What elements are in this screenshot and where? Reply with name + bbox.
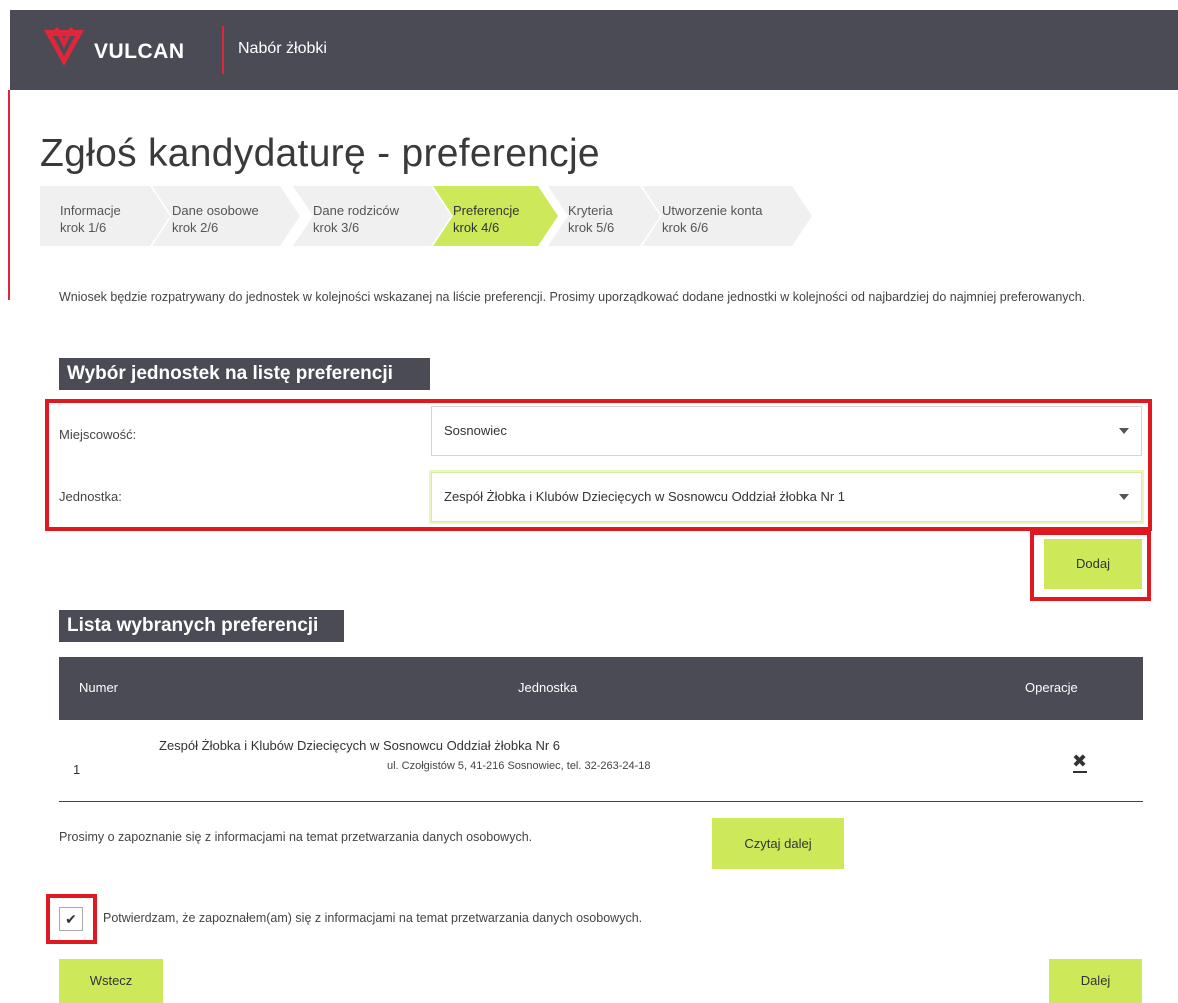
table-header: Numer Jednostka Operacje [59, 657, 1143, 720]
city-value: Sosnowiec [444, 423, 507, 438]
chevron-down-icon [1119, 428, 1129, 434]
checkmark-icon: ✔ [65, 911, 77, 927]
step-dane-rodzicow[interactable]: Dane rodziców krok 3/6 [293, 186, 451, 246]
step-utworzenie-konta[interactable]: Utworzenie konta krok 6/6 [642, 186, 812, 246]
confirm-checkbox[interactable]: ✔ [59, 907, 83, 931]
app-title: Nabór żłobki [238, 40, 327, 57]
selection-heading: Wybór jednostek na listę preferencji [59, 358, 430, 390]
city-select[interactable]: Sosnowiec [431, 406, 1142, 456]
unit-label: Jednostka: [59, 489, 122, 504]
table-divider [59, 801, 1143, 802]
step-number: krok 4/6 [453, 220, 500, 235]
read-more-button[interactable]: Czytaj dalej [712, 818, 844, 869]
header-divider [222, 26, 224, 74]
vulcan-shield-icon [44, 27, 84, 66]
back-button[interactable]: Wstecz [59, 959, 163, 1003]
wizard-steps: Informacje krok 1/6 Dane osobowe krok 2/… [40, 186, 820, 246]
step-number: krok 6/6 [662, 220, 709, 235]
logo-text: VULCAN [94, 40, 185, 63]
step-name: Dane osobowe [172, 203, 259, 218]
chevron-down-icon [1119, 494, 1129, 500]
column-header-number: Numer [79, 680, 119, 695]
row-unit-name: Zespół Żłobka i Klubów Dziecięcych w Sos… [159, 738, 561, 753]
city-label: Miejscowość: [59, 427, 137, 442]
vulcan-logo[interactable]: VULCAN [42, 24, 252, 76]
step-number: krok 3/6 [313, 220, 360, 235]
step-informacje[interactable]: Informacje krok 1/6 [40, 186, 170, 246]
step-name: Preferencje [453, 203, 520, 218]
page-title: Zgłoś kandydaturę - preferencje [40, 132, 600, 175]
step-number: krok 1/6 [60, 220, 107, 235]
step-name: Informacje [60, 203, 121, 218]
row-number: 1 [73, 762, 81, 777]
column-header-unit: Jednostka [518, 680, 578, 695]
confirm-label[interactable]: Potwierdzam, że zapoznałem(am) się z inf… [103, 911, 642, 925]
privacy-text: Prosimy o zapoznanie się z informacjami … [59, 830, 533, 844]
step-name: Dane rodziców [313, 203, 399, 218]
step-preferencje[interactable]: Preferencje krok 4/6 [433, 186, 558, 246]
add-button[interactable]: Dodaj [1044, 539, 1142, 589]
row-unit-address: ul. Czołgistów 5, 41-216 Sosnowiec, tel.… [387, 760, 651, 772]
step-number: krok 2/6 [172, 220, 219, 235]
preferences-heading: Lista wybranych preferencji [59, 610, 344, 642]
step-name: Utworzenie konta [662, 203, 763, 218]
step-number: krok 5/6 [568, 220, 615, 235]
unit-select[interactable]: Zespół Żłobka i Klubów Dziecięcych w Sos… [431, 472, 1142, 522]
step-name: Kryteria [568, 203, 613, 218]
app-header: VULCAN Nabór żłobki [10, 10, 1178, 90]
side-accent [8, 90, 10, 300]
next-button[interactable]: Dalej [1049, 959, 1142, 1003]
column-header-operations: Operacje [1025, 680, 1078, 695]
unit-value: Zespół Żłobka i Klubów Dziecięcych w Sos… [444, 489, 846, 504]
close-icon[interactable]: ✖ [1072, 751, 1088, 773]
intro-text: Wniosek będzie rozpatrywany do jednostek… [59, 290, 1086, 304]
step-dane-osobowe[interactable]: Dane osobowe krok 2/6 [152, 186, 300, 246]
